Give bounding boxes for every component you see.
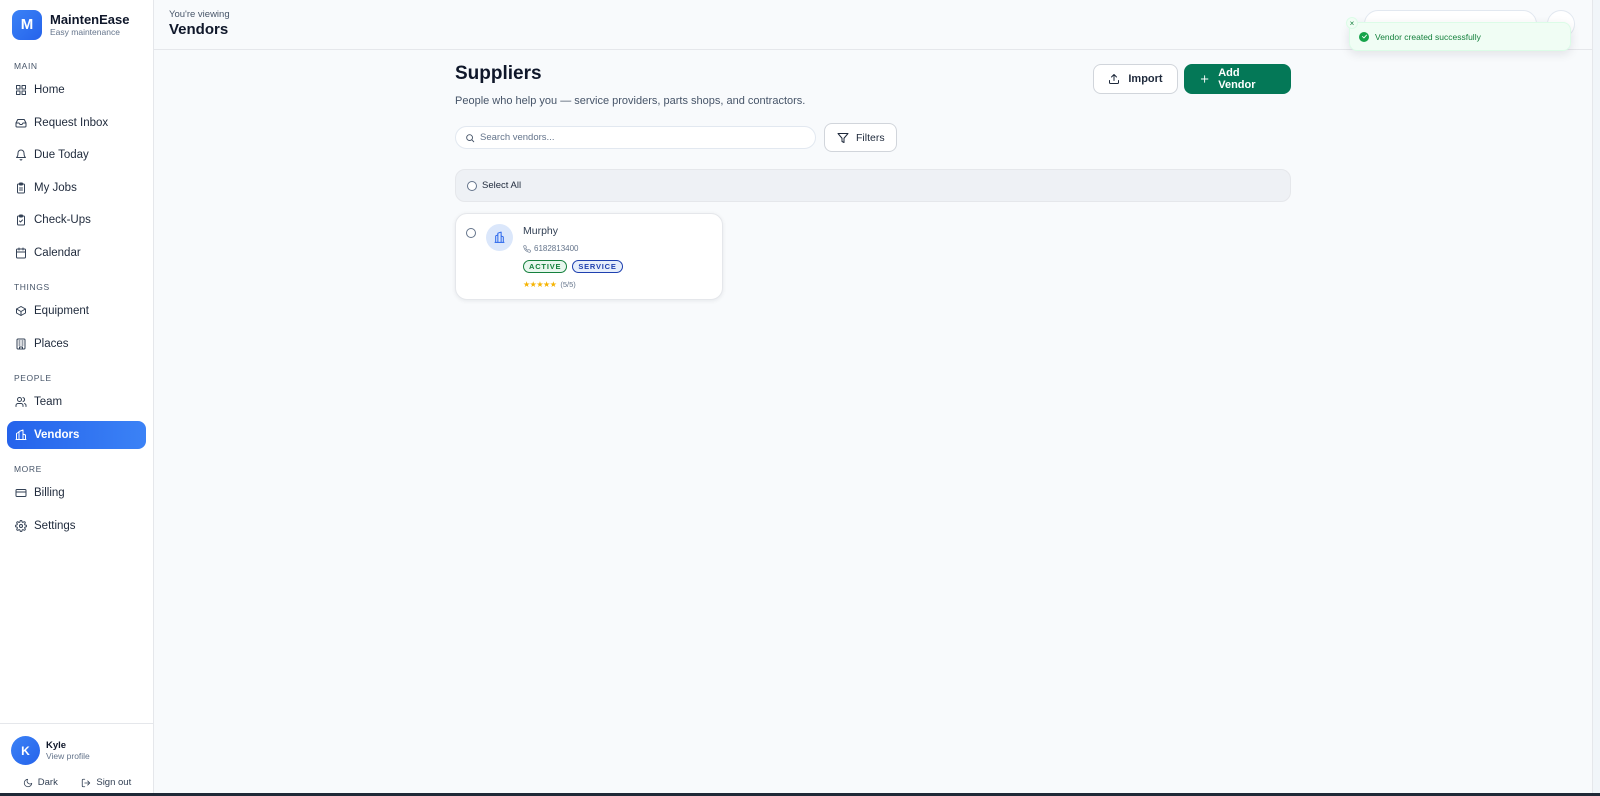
vendors-icon: [494, 231, 505, 243]
check-circle-icon: [1359, 31, 1369, 42]
section-label-things: THINGS: [14, 282, 50, 292]
sidebar-item-label: Billing: [34, 487, 65, 499]
brand-tagline: Easy maintenance: [50, 26, 120, 37]
search-icon: [466, 133, 475, 142]
add-vendor-label: Add Vendor: [1218, 67, 1256, 91]
vendor-avatar: [486, 224, 513, 251]
scrollbar[interactable]: [1592, 0, 1600, 796]
select-all-label: Select All: [482, 180, 522, 191]
sign-out-icon: [82, 778, 91, 787]
select-all-bar[interactable]: Select All: [455, 169, 1291, 202]
sidebar-item-team[interactable]: Team: [7, 388, 146, 416]
user-name: Kyle: [46, 740, 67, 751]
dark-mode-toggle[interactable]: Dark: [23, 777, 58, 788]
main-content: Suppliers People who help you — service …: [455, 60, 1291, 300]
filters-label: Filters: [856, 131, 885, 144]
success-toast: × Vendor created successfully: [1346, 17, 1571, 51]
sidebar-item-label: Places: [34, 337, 69, 350]
users-icon: [15, 397, 27, 407]
avatar: K: [11, 736, 40, 765]
status-badge: ACTIVE: [523, 260, 568, 273]
user-block: K Kyle View profile Dark Sign out: [0, 723, 153, 796]
sidebar-item-check-ups[interactable]: Check-Ups: [7, 206, 146, 234]
add-vendor-button[interactable]: Add Vendor: [1184, 64, 1291, 94]
sidebar-item-label: Equipment: [34, 305, 89, 317]
vendor-phone-number: 6182813400: [534, 244, 579, 253]
sidebar-item-equipment[interactable]: Equipment: [7, 297, 146, 325]
sidebar-item-request-inbox[interactable]: Request Inbox: [7, 109, 146, 137]
gear-icon: [15, 519, 27, 532]
section-label-people: PEOPLE: [14, 373, 52, 383]
grid-icon: [16, 85, 26, 95]
sidebar-item-calendar[interactable]: Calendar: [7, 239, 146, 267]
viewing-label: You're viewing: [169, 9, 230, 20]
user-profile-link[interactable]: K Kyle View profile: [11, 736, 143, 765]
vendor-phone: 6182813400: [523, 244, 579, 253]
sidebar-item-label: Vendors: [34, 428, 80, 441]
section-label-main: MAIN: [14, 61, 38, 71]
inbox-icon: [15, 118, 27, 127]
sidebar-item-home[interactable]: Home: [7, 76, 146, 104]
toast-message: Vendor created successfully: [1375, 31, 1481, 42]
dark-mode-label: Dark: [37, 777, 58, 788]
credit-card-icon: [15, 489, 27, 497]
vendor-search-box[interactable]: [455, 126, 816, 149]
box-icon: [16, 306, 26, 316]
brand[interactable]: M MaintenEase Easy maintenance: [0, 0, 153, 49]
sidebar: M MaintenEase Easy maintenance MAIN Home…: [0, 0, 154, 796]
page-subtitle: People who help you — service providers,…: [455, 95, 806, 107]
sidebar-item-label: Request Inbox: [34, 116, 109, 129]
import-label: Import: [1128, 73, 1163, 85]
sign-out-button[interactable]: Sign out: [81, 777, 131, 788]
clipboard-check-icon: [17, 214, 25, 226]
sidebar-item-label: My Jobs: [34, 181, 77, 194]
building-icon: [16, 338, 26, 349]
upload-icon: [1109, 74, 1120, 84]
vendor-search-input[interactable]: [480, 132, 800, 143]
calendar-icon: [16, 247, 26, 258]
vendor-rating: ★★★★★ (5/5): [523, 280, 576, 289]
vendor-card[interactable]: Murphy 6182813400 ACTIVE SERVICE ★★★★★ (…: [455, 213, 723, 300]
sidebar-item-places[interactable]: Places: [7, 330, 146, 358]
sidebar-item-billing[interactable]: Billing: [7, 479, 146, 507]
sidebar-item-label: Due Today: [34, 149, 89, 161]
sidebar-item-vendors[interactable]: Vendors: [7, 420, 146, 449]
filter-icon: [837, 132, 849, 143]
sidebar-item-label: Check-Ups: [34, 214, 91, 226]
sidebar-nav: MAIN Home Request Inbox Due Today My Job…: [0, 49, 153, 540]
vendor-name: Murphy: [523, 225, 559, 237]
toast-close-button[interactable]: ×: [1346, 17, 1358, 29]
view-profile-link[interactable]: View profile: [46, 751, 90, 761]
filters-button[interactable]: Filters: [824, 123, 897, 152]
section-label-more: MORE: [14, 464, 42, 474]
brand-name: MaintenEase: [50, 11, 130, 27]
vendors-icon: [15, 429, 27, 440]
sidebar-item-settings[interactable]: Settings: [7, 512, 146, 540]
moon-icon: [23, 778, 32, 787]
sidebar-item-my-jobs[interactable]: My Jobs: [7, 174, 146, 202]
rating-text: (5/5): [560, 280, 576, 289]
sidebar-item-label: Home: [34, 84, 65, 96]
sidebar-item-label: Calendar: [34, 246, 81, 259]
brand-logo: M: [12, 9, 42, 40]
star-rating-icon: ★★★★★: [523, 280, 557, 289]
clipboard-icon: [17, 182, 25, 193]
sidebar-item-label: Team: [34, 396, 63, 408]
vendor-select-checkbox[interactable]: [466, 228, 476, 238]
import-button[interactable]: Import: [1093, 64, 1178, 94]
sidebar-item-due-today[interactable]: Due Today: [7, 141, 146, 169]
category-badge: SERVICE: [572, 260, 623, 273]
sign-out-label: Sign out: [96, 777, 132, 788]
topbar-title: Vendors: [169, 21, 229, 38]
bell-icon: [16, 149, 26, 161]
plus-icon: [1200, 75, 1209, 83]
select-all-checkbox[interactable]: [467, 180, 477, 191]
phone-icon: [523, 244, 531, 253]
sidebar-item-label: Settings: [34, 519, 76, 532]
